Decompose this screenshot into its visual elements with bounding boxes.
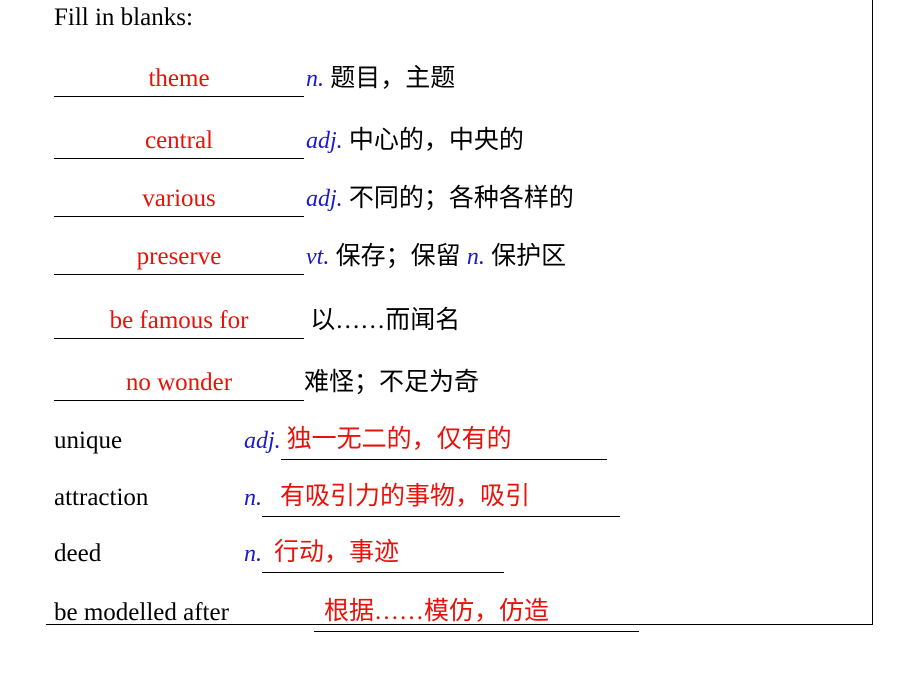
answer-blank[interactable]: various	[54, 185, 304, 217]
answer-text: be famous for	[109, 307, 249, 334]
meaning-text-secondary: 保护区	[491, 243, 567, 270]
part-of-speech: n.	[244, 541, 262, 567]
answer-blank[interactable]: preserve	[54, 243, 304, 275]
answer-text: 有吸引力的事物，吸引	[280, 483, 531, 510]
vocab-row: various adj. 不同的；各种各样的	[54, 178, 574, 217]
answer-text: various	[142, 185, 216, 212]
meaning-text: 难怪；不足为奇	[304, 369, 480, 396]
word-text: deed	[54, 540, 102, 567]
answer-blank[interactable]: be famous for	[54, 307, 304, 339]
meaning-text: 不同的；各种各样的	[348, 185, 574, 212]
part-of-speech: vt.	[306, 244, 330, 270]
part-of-speech: adj.	[306, 186, 343, 212]
answer-text: preserve	[136, 243, 222, 270]
vocab-row: preserve vt. 保存；保留 n. 保护区	[54, 236, 567, 275]
word-text: unique	[54, 427, 123, 454]
answer-text: theme	[148, 65, 210, 92]
meaning-text: 保存；保留	[335, 243, 461, 270]
vocab-row: attraction n. 有吸引力的事物，吸引	[54, 477, 620, 517]
vocab-row: be famous for 以……而闻名	[54, 300, 461, 339]
vocab-row: deed n. 行动，事迹	[54, 533, 504, 573]
meaning-text: 以……而闻名	[310, 307, 461, 334]
answer-blank[interactable]: 有吸引力的事物，吸引	[262, 480, 620, 517]
meaning-text: 中心的，中央的	[348, 127, 524, 154]
meaning-text: 题目，主题	[330, 65, 456, 92]
answer-text: 根据……模仿，仿造	[324, 598, 550, 625]
vocab-row: be modelled after 根据……模仿，仿造	[54, 592, 639, 632]
part-of-speech-secondary: n.	[466, 244, 485, 270]
slide-canvas: Fill in blanks: theme n. 题目，主题 central adj…	[0, 0, 920, 690]
part-of-speech: adj.	[306, 128, 343, 154]
vocab-row: unique adj. 独一无二的，仅有的	[54, 420, 607, 460]
answer-text: 独一无二的，仅有的	[286, 426, 512, 453]
answer-text: no wonder	[125, 369, 233, 396]
word-text: be modelled after	[54, 599, 229, 626]
answer-blank[interactable]: 行动，事迹	[262, 536, 504, 573]
answer-text: central	[144, 127, 213, 154]
vocab-row: no wonder 难怪；不足为奇	[54, 362, 480, 401]
answer-blank[interactable]: no wonder	[54, 369, 304, 401]
vocab-row: theme n. 题目，主题	[54, 58, 456, 97]
part-of-speech: adj.	[244, 428, 281, 454]
part-of-speech: n.	[244, 485, 262, 511]
answer-blank[interactable]: central	[54, 127, 304, 159]
page-title: Fill in blanks:	[54, 4, 193, 31]
answer-blank[interactable]: theme	[54, 65, 304, 97]
answer-text: 行动，事迹	[274, 539, 400, 566]
part-of-speech: n.	[306, 66, 324, 92]
vocab-row: central adj. 中心的，中央的	[54, 120, 524, 159]
answer-blank[interactable]: 根据……模仿，仿造	[314, 595, 639, 632]
answer-blank[interactable]: 独一无二的，仅有的	[280, 423, 607, 460]
word-text: attraction	[54, 484, 149, 511]
